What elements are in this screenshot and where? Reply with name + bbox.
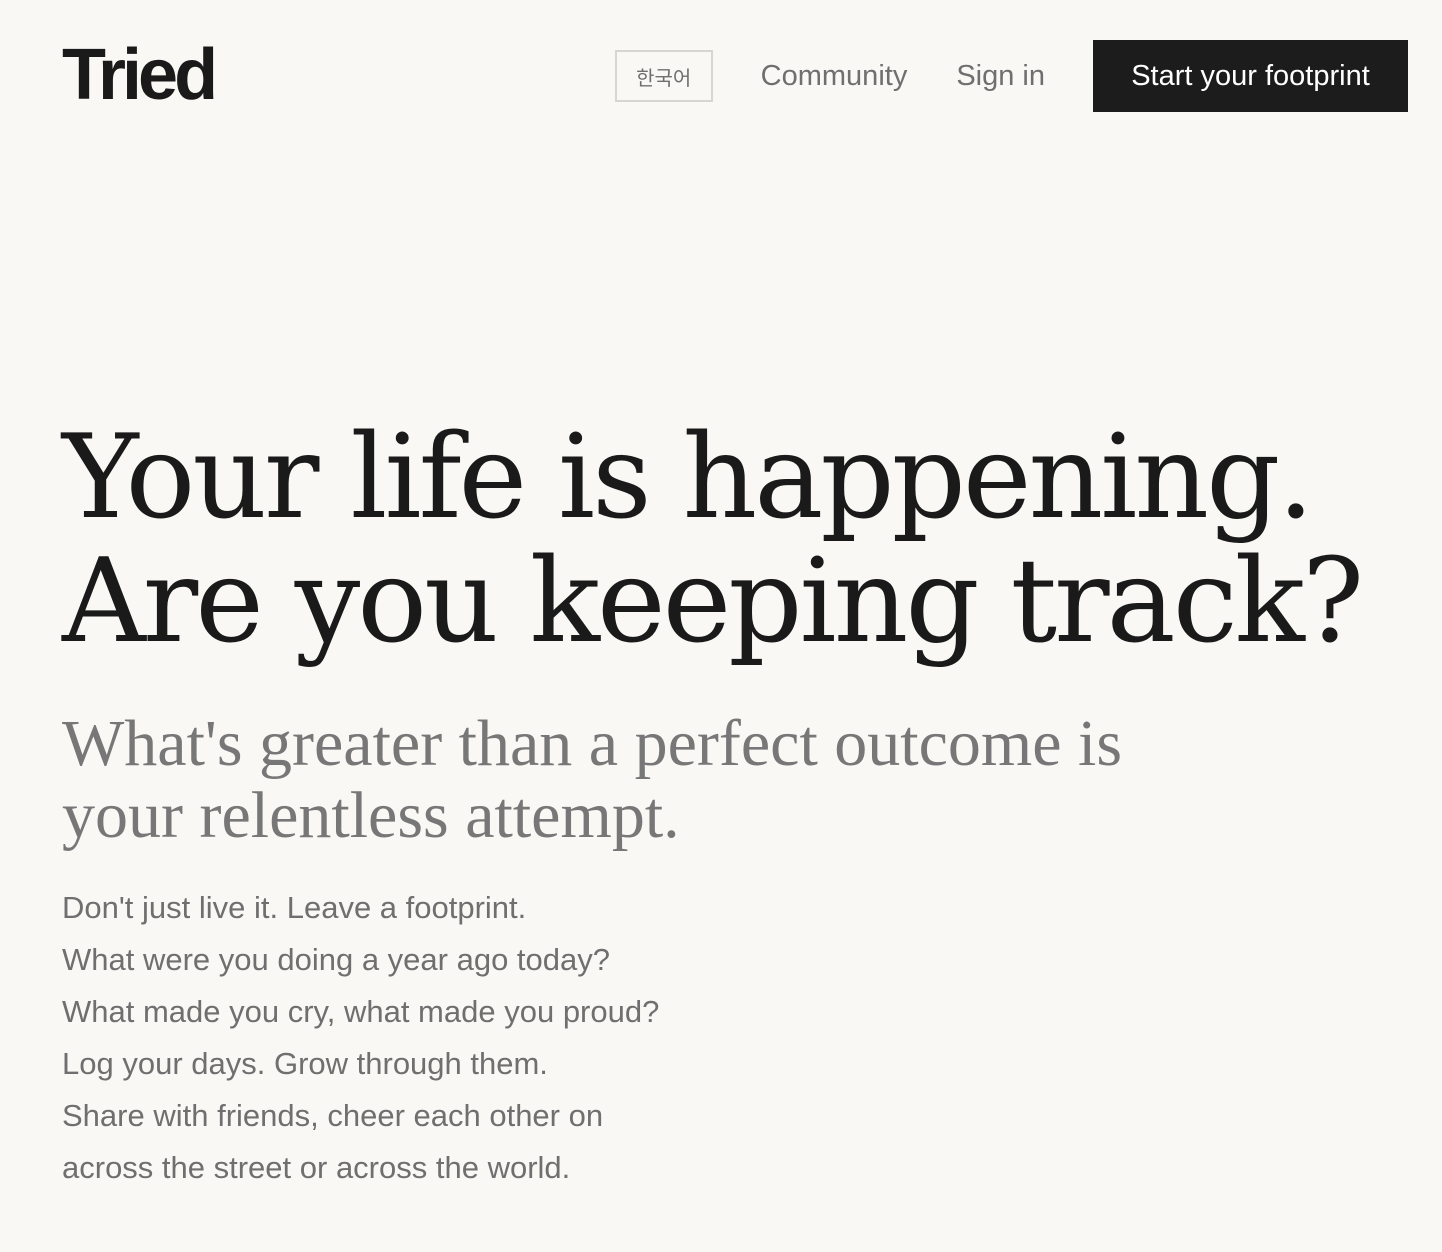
hero-body: Don't just live it. Leave a footprint. W… xyxy=(62,882,1402,1194)
community-link[interactable]: Community xyxy=(761,60,908,93)
hero-section: Your life is happening. Are you keeping … xyxy=(62,416,1402,1194)
start-footprint-button[interactable]: Start your footprint xyxy=(1093,40,1408,112)
site-header: Tried 한국어 Community Sign in Start your f… xyxy=(0,0,1442,152)
headline-line: Are you keeping track? xyxy=(62,534,1364,669)
sign-in-link[interactable]: Sign in xyxy=(956,60,1045,93)
body-line: Log your days. Grow through them. xyxy=(62,1046,548,1081)
body-line: across the street or across the world. xyxy=(62,1150,571,1185)
body-line: Don't just live it. Leave a footprint. xyxy=(62,890,527,925)
logo[interactable]: Tried xyxy=(62,34,218,116)
hero-headline: Your life is happening. Are you keeping … xyxy=(62,416,1402,664)
body-line: Share with friends, cheer each other on xyxy=(62,1098,604,1133)
hero-subheadline: What's greater than a perfect outcome is… xyxy=(62,707,1123,852)
body-line: What made you cry, what made you proud? xyxy=(62,994,660,1029)
headline-line: Your life is happening. xyxy=(62,410,1314,545)
top-nav: 한국어 Community Sign in Start your footpri… xyxy=(614,40,1408,112)
language-toggle-button[interactable]: 한국어 xyxy=(614,50,713,102)
body-line: What were you doing a year ago today? xyxy=(62,942,611,977)
